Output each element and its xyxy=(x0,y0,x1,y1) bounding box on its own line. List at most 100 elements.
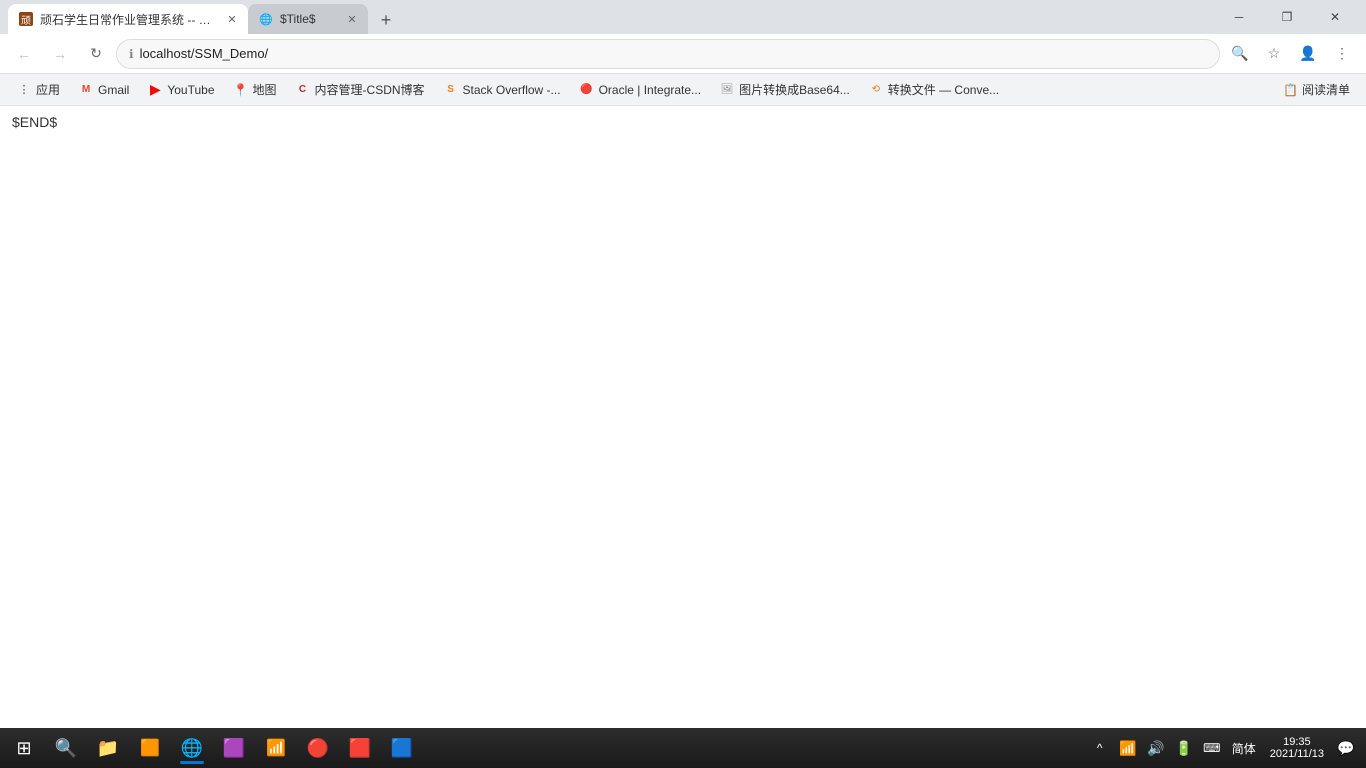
bookmark-csdn[interactable]: C 内容管理-CSDN博客 xyxy=(287,78,433,102)
system-tray: ^ 📶 🔊 🔋 ⌨ 简体 19:35 2021/11/13 💬 xyxy=(1084,730,1362,766)
reading-list-label: 阅读清单 xyxy=(1302,81,1350,98)
taskbar-file-explorer-icon: 📁 xyxy=(97,738,119,759)
taskbar-app5-icon: 🔴 xyxy=(307,738,329,759)
maps-favicon: 📍 xyxy=(233,82,249,98)
page-content: $END$ xyxy=(0,106,1366,728)
tray-volume[interactable]: 🔊 xyxy=(1144,730,1168,766)
reading-list-button[interactable]: 📋 阅读清单 xyxy=(1275,78,1358,102)
tab-strip: 顽 顽石学生日常作业管理系统 -- 作... ✕ 🌐 $Title$ ✕ + xyxy=(8,0,1208,34)
taskbar-app1-icon: 🟧 xyxy=(140,738,160,758)
tray-keyboard-icon: ⌨ xyxy=(1203,741,1220,755)
tray-battery-icon: 🔋 xyxy=(1175,740,1192,757)
taskbar-chrome-icon: 🌐 xyxy=(181,738,203,759)
tab-1[interactable]: 顽 顽石学生日常作业管理系统 -- 作... ✕ xyxy=(8,4,248,34)
tray-network-icon: 📶 xyxy=(1119,740,1136,757)
taskbar: ⊞ 🔍 📁 🟧 🌐 🟪 📶 🔴 🟥 🟦 ^ 📶 🔊 xyxy=(0,728,1366,768)
tray-date: 2021/11/13 xyxy=(1270,748,1324,760)
address-bar-icon: ℹ xyxy=(129,47,134,61)
forward-button[interactable]: → xyxy=(44,38,76,70)
imgbase64-favicon: 🖼 xyxy=(719,82,735,98)
nav-bar: ← → ↻ ℹ localhost/SSM_Demo/ 🔍 ☆ 👤 ⋮ xyxy=(0,34,1366,74)
bookmark-imgbase64-label: 图片转换成Base64... xyxy=(739,81,850,98)
new-tab-button[interactable]: + xyxy=(372,6,400,34)
address-text: localhost/SSM_Demo/ xyxy=(140,46,269,61)
start-icon: ⊞ xyxy=(16,738,31,759)
bookmark-csdn-label: 内容管理-CSDN博客 xyxy=(315,81,425,98)
bookmark-imgbase64[interactable]: 🖼 图片转换成Base64... xyxy=(711,78,858,102)
bookmark-maps-label: 地图 xyxy=(253,81,277,98)
bookmark-stackoverflow-label: Stack Overflow -... xyxy=(463,83,561,97)
tray-network[interactable]: 📶 xyxy=(1116,730,1140,766)
tray-notification-icon: 💬 xyxy=(1337,740,1354,757)
nav-right: 🔍 ☆ 👤 ⋮ xyxy=(1224,38,1358,70)
profile-button[interactable]: 👤 xyxy=(1292,38,1324,70)
tab-2-title: $Title$ xyxy=(280,12,340,26)
bookmark-oracle-label: Oracle | Integrate... xyxy=(599,83,702,97)
taskbar-app3-icon: 🟪 xyxy=(223,738,245,759)
tab-2[interactable]: 🌐 $Title$ ✕ xyxy=(248,4,368,34)
taskbar-file-explorer[interactable]: 📁 xyxy=(88,730,128,766)
tab-1-title: 顽石学生日常作业管理系统 -- 作... xyxy=(40,11,220,28)
taskbar-ide-icon: 🟦 xyxy=(391,738,413,759)
start-button[interactable]: ⊞ xyxy=(4,730,44,766)
tray-language-label: 简体 xyxy=(1232,742,1256,756)
address-bar[interactable]: ℹ localhost/SSM_Demo/ xyxy=(116,39,1220,69)
taskbar-filezilla-icon: 📶 xyxy=(266,738,286,758)
taskbar-chrome[interactable]: 🌐 xyxy=(172,730,212,766)
bookmark-apps[interactable]: ⋮ 应用 xyxy=(8,78,68,102)
tray-language[interactable]: 简体 xyxy=(1228,740,1260,757)
window-controls: ─ ❐ ✕ xyxy=(1216,0,1358,34)
gmail-favicon: M xyxy=(78,82,94,98)
reading-list-icon: 📋 xyxy=(1283,83,1298,97)
taskbar-app1[interactable]: 🟧 xyxy=(130,730,170,766)
tab-2-close[interactable]: ✕ xyxy=(344,11,360,27)
tab-2-favicon: 🌐 xyxy=(258,11,274,27)
bookmark-gmail[interactable]: M Gmail xyxy=(70,78,137,102)
apps-favicon: ⋮ xyxy=(16,82,32,98)
tray-clock[interactable]: 19:35 2021/11/13 xyxy=(1264,730,1330,766)
oracle-favicon: 🔴 xyxy=(579,82,595,98)
bookmark-oracle[interactable]: 🔴 Oracle | Integrate... xyxy=(571,78,710,102)
title-bar: 顽 顽石学生日常作业管理系统 -- 作... ✕ 🌐 $Title$ ✕ + ─… xyxy=(0,0,1366,34)
bookmark-button[interactable]: ☆ xyxy=(1258,38,1290,70)
taskbar-app5[interactable]: 🔴 xyxy=(298,730,338,766)
stackoverflow-favicon: S xyxy=(443,82,459,98)
tab-1-favicon: 顽 xyxy=(18,11,34,27)
bookmark-gmail-label: Gmail xyxy=(98,83,129,97)
close-button[interactable]: ✕ xyxy=(1312,0,1358,34)
taskbar-filezilla[interactable]: 📶 xyxy=(256,730,296,766)
csdn-favicon: C xyxy=(295,82,311,98)
tray-time: 19:35 xyxy=(1283,736,1311,748)
bookmark-convert[interactable]: ⟲ 转换文件 — Conve... xyxy=(860,78,1007,102)
minimize-button[interactable]: ─ xyxy=(1216,0,1262,34)
taskbar-ide[interactable]: 🟦 xyxy=(382,730,422,766)
taskbar-app3[interactable]: 🟪 xyxy=(214,730,254,766)
tray-keyboard[interactable]: ⌨ xyxy=(1200,730,1224,766)
taskbar-app6[interactable]: 🟥 xyxy=(340,730,380,766)
tab-1-close[interactable]: ✕ xyxy=(224,11,240,27)
reload-button[interactable]: ↻ xyxy=(80,38,112,70)
taskbar-search[interactable]: 🔍 xyxy=(46,730,86,766)
youtube-favicon: ▶ xyxy=(147,82,163,98)
bookmark-stackoverflow[interactable]: S Stack Overflow -... xyxy=(435,78,569,102)
search-button[interactable]: 🔍 xyxy=(1224,38,1256,70)
tab2-icon: 🌐 xyxy=(259,13,273,26)
tray-volume-icon: 🔊 xyxy=(1147,740,1164,757)
page-body-text: $END$ xyxy=(12,114,57,130)
taskbar-search-icon: 🔍 xyxy=(55,738,77,759)
bookmark-youtube[interactable]: ▶ YouTube xyxy=(139,78,222,102)
bookmark-youtube-label: YouTube xyxy=(167,83,214,97)
tray-notification[interactable]: 💬 xyxy=(1334,730,1358,766)
tray-expand[interactable]: ^ xyxy=(1088,730,1112,766)
tab1-icon: 顽 xyxy=(19,12,33,26)
bookmarks-bar: ⋮ 应用 M Gmail ▶ YouTube 📍 地图 C 内容管理-CSDN博… xyxy=(0,74,1366,106)
tray-expand-icon: ^ xyxy=(1097,741,1103,755)
menu-button[interactable]: ⋮ xyxy=(1326,38,1358,70)
bookmark-apps-label: 应用 xyxy=(36,81,60,98)
maximize-button[interactable]: ❐ xyxy=(1264,0,1310,34)
browser-chrome: 顽 顽石学生日常作业管理系统 -- 作... ✕ 🌐 $Title$ ✕ + ─… xyxy=(0,0,1366,106)
tray-battery[interactable]: 🔋 xyxy=(1172,730,1196,766)
back-button[interactable]: ← xyxy=(8,38,40,70)
bookmark-maps[interactable]: 📍 地图 xyxy=(225,78,285,102)
taskbar-app6-icon: 🟥 xyxy=(349,738,371,759)
